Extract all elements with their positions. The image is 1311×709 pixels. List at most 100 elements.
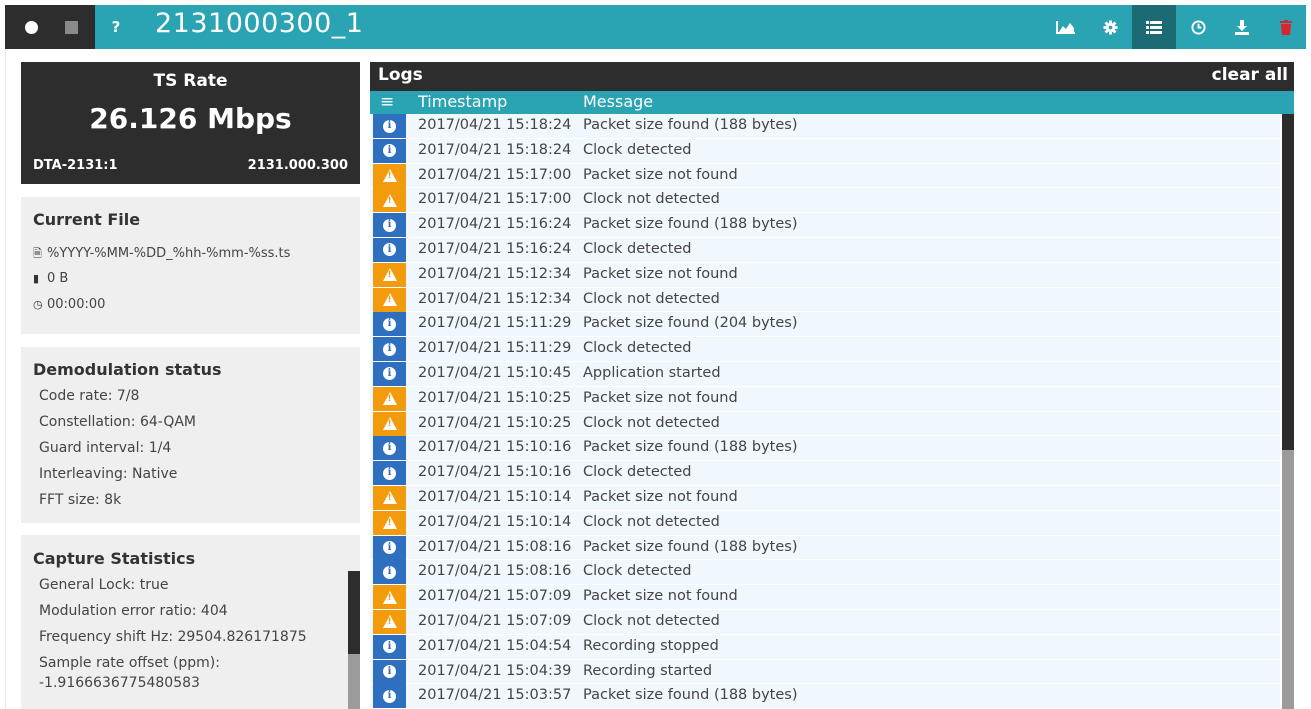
warning-icon: [373, 163, 406, 188]
record-button[interactable]: [13, 5, 49, 49]
list-icon: [1146, 20, 1162, 34]
log-row[interactable]: 2017/04/21 15:10:25 Packet size not found: [370, 386, 1280, 412]
warning-icon: [373, 411, 406, 436]
log-timestamp: 2017/04/21 15:04:54: [418, 637, 572, 654]
logs-scrollbar-track[interactable]: [1282, 450, 1294, 709]
logs-scrollbar-thumb[interactable]: [1282, 114, 1294, 450]
log-message: Clock detected: [583, 240, 692, 257]
log-row[interactable]: i 2017/04/21 15:18:24 Clock detected: [370, 138, 1280, 164]
log-row[interactable]: i 2017/04/21 15:11:29 Packet size found (2…: [370, 312, 1280, 338]
log-timestamp: 2017/04/21 15:11:29: [418, 315, 572, 332]
log-message: Recording stopped: [583, 637, 719, 654]
log-message: Clock detected: [583, 141, 692, 158]
log-row[interactable]: i 2017/04/21 15:16:24 Clock detected: [370, 237, 1280, 263]
log-message: Clock not detected: [583, 513, 720, 530]
log-row[interactable]: 2017/04/21 15:10:14 Clock not detected: [370, 510, 1280, 536]
stop-square-icon: [64, 20, 78, 34]
log-timestamp: 2017/04/21 15:10:16: [418, 439, 572, 456]
clear-all-button[interactable]: clear all: [1212, 65, 1288, 85]
column-message[interactable]: Message: [583, 92, 653, 111]
log-row[interactable]: 2017/04/21 15:10:25 Clock not detected: [370, 411, 1280, 437]
info-icon: i: [373, 436, 406, 461]
capture-item: Frequency shift Hz: 29504.826171875: [39, 629, 307, 645]
log-row[interactable]: 2017/04/21 15:12:34 Packet size not found: [370, 262, 1280, 288]
log-message: Packet size found (188 bytes): [583, 538, 798, 555]
log-row[interactable]: i 2017/04/21 15:04:54 Recording stopped: [370, 634, 1280, 660]
schedule-button[interactable]: [1176, 5, 1220, 49]
device-port: 2131.000.300: [247, 158, 348, 173]
log-message: Packet size found (188 bytes): [583, 439, 798, 456]
log-row[interactable]: i 2017/04/21 15:04:39 Recording started: [370, 659, 1280, 685]
log-row[interactable]: i 2017/04/21 15:10:16 Packet size found (1…: [370, 436, 1280, 462]
log-row[interactable]: i 2017/04/21 15:08:16 Packet size found (1…: [370, 535, 1280, 561]
settings-button[interactable]: [1088, 5, 1132, 49]
ts-rate-card: TS Rate 26.126 Mbps DTA-2131:1 2131.000.…: [21, 62, 360, 184]
log-message: Packet size found (188 bytes): [583, 687, 798, 704]
current-file-name-row: 🗎 %YYYY-%MM-%DD_%hh-%mm-%ss.ts: [33, 245, 290, 264]
log-row[interactable]: 2017/04/21 15:07:09 Clock not detected: [370, 609, 1280, 635]
file-icon: 🗎: [33, 247, 42, 260]
log-row[interactable]: 2017/04/21 15:17:00 Clock not detected: [370, 188, 1280, 214]
log-row[interactable]: 2017/04/21 15:10:14 Packet size not found: [370, 485, 1280, 511]
demod-item: Code rate: 7/8: [39, 388, 140, 404]
log-row[interactable]: i 2017/04/21 15:10:16 Clock detected: [370, 461, 1280, 486]
column-menu-icon[interactable]: ≡: [380, 92, 394, 112]
logs-title: Logs: [378, 65, 423, 85]
log-timestamp: 2017/04/21 15:07:09: [418, 588, 572, 605]
logs-header: Logs clear all: [370, 62, 1294, 91]
log-row[interactable]: i 2017/04/21 15:03:57 Packet size found (1…: [370, 684, 1280, 709]
capture-scrollbar-thumb[interactable]: [348, 571, 360, 654]
logs-scrollbar[interactable]: [1282, 114, 1294, 709]
gear-icon: [1102, 19, 1118, 35]
log-message: Packet size found (204 bytes): [583, 315, 798, 332]
log-timestamp: 2017/04/21 15:17:00: [418, 166, 572, 183]
current-file-size: 0 B: [47, 271, 69, 286]
warning-icon: [373, 485, 406, 510]
log-row[interactable]: i 2017/04/21 15:08:16 Clock detected: [370, 560, 1280, 586]
log-row[interactable]: 2017/04/21 15:07:09 Packet size not found: [370, 585, 1280, 610]
stop-button[interactable]: [53, 5, 89, 49]
delete-button[interactable]: [1264, 5, 1308, 49]
log-message: Packet size found (188 bytes): [583, 216, 798, 233]
warning-icon: [373, 585, 406, 610]
demodulation-card: Demodulation status Code rate: 7/8 Const…: [21, 347, 360, 523]
trash-icon: [1280, 19, 1292, 35]
log-row[interactable]: i 2017/04/21 15:18:24 Packet size found (1…: [370, 114, 1280, 139]
log-message: Packet size not found: [583, 488, 738, 505]
log-row[interactable]: 2017/04/21 15:12:34 Clock not detected: [370, 287, 1280, 313]
transport-controls: [5, 5, 95, 49]
help-button[interactable]: ?: [101, 5, 131, 49]
log-row[interactable]: i 2017/04/21 15:11:29 Clock detected: [370, 337, 1280, 362]
log-message: Clock not detected: [583, 191, 720, 208]
log-timestamp: 2017/04/21 15:16:24: [418, 216, 572, 233]
log-message: Clock detected: [583, 563, 692, 580]
demod-item: Interleaving: Native: [39, 466, 178, 482]
current-file-duration-row: ◷ 00:00:00: [33, 297, 105, 312]
info-icon: i: [373, 237, 406, 262]
ts-rate-label: TS Rate: [153, 71, 228, 91]
log-message: Packet size not found: [583, 166, 738, 183]
chart-button[interactable]: [1044, 5, 1088, 49]
warning-icon: [373, 188, 406, 213]
logs-column-header: ≡ Timestamp Message: [370, 91, 1294, 114]
demod-item: FFT size: 8k: [39, 492, 122, 508]
logs-button[interactable]: [1132, 5, 1176, 49]
clock-small-icon: ◷: [33, 298, 43, 311]
capture-scrollbar-track[interactable]: [348, 654, 360, 709]
warning-icon: [373, 609, 406, 634]
log-row[interactable]: 2017/04/21 15:17:00 Packet size not found: [370, 163, 1280, 189]
info-icon: i: [373, 114, 406, 138]
download-button[interactable]: [1220, 5, 1264, 49]
log-message: Packet size not found: [583, 588, 738, 605]
capture-item: Sample rate offset (ppm):: [39, 655, 220, 671]
log-row[interactable]: i 2017/04/21 15:10:45 Application started: [370, 361, 1280, 387]
log-message: Packet size not found: [583, 389, 738, 406]
log-row[interactable]: i 2017/04/21 15:16:24 Packet size found (1…: [370, 213, 1280, 238]
column-timestamp[interactable]: Timestamp: [418, 92, 507, 111]
record-dot-icon: [24, 20, 38, 34]
demod-item: Constellation: 64-QAM: [39, 414, 197, 430]
log-timestamp: 2017/04/21 15:11:29: [418, 340, 572, 357]
log-message: Clock detected: [583, 340, 692, 357]
log-timestamp: 2017/04/21 15:08:16: [418, 563, 572, 580]
capture-statistics-title: Capture Statistics: [33, 549, 196, 568]
